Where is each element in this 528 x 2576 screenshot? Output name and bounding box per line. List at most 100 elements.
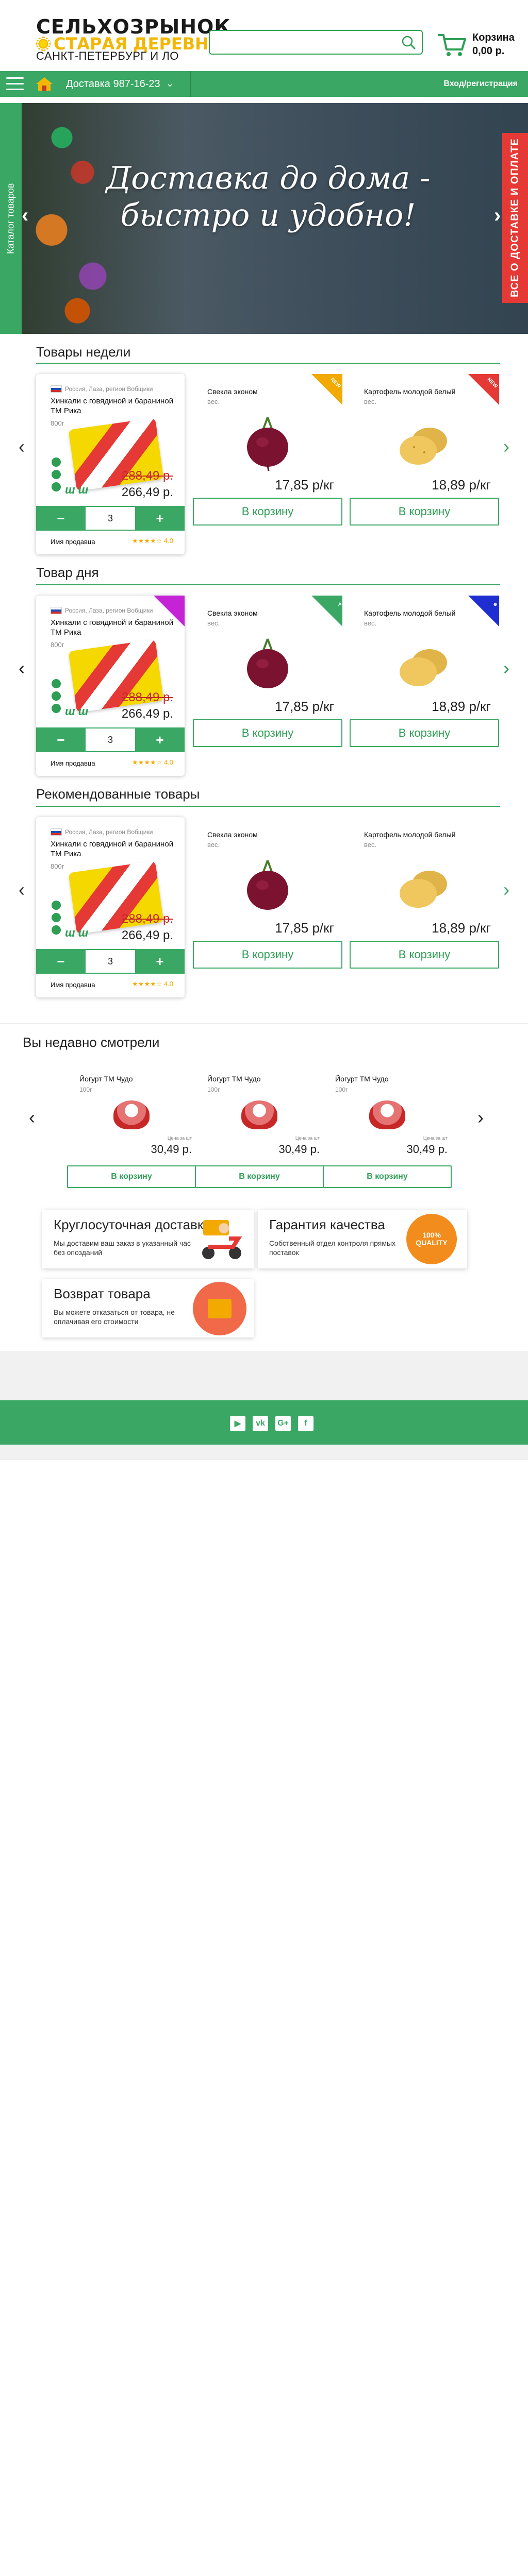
decrease-button[interactable]: − xyxy=(36,949,86,974)
product-name[interactable]: Хинкали с говядиной и бараниной ТМ Рика xyxy=(51,618,174,638)
product-badge-text: ш ш xyxy=(65,926,89,939)
product-weight: 100г xyxy=(335,1086,348,1093)
potato-image[interactable] xyxy=(393,415,455,472)
quantity-stepper[interactable]: − 3 + xyxy=(36,727,185,752)
product-name[interactable]: Йогурт ТМ Чудо xyxy=(207,1075,261,1083)
quantity-value[interactable]: 3 xyxy=(86,727,135,752)
quantity-stepper[interactable]: − 3 + xyxy=(36,949,185,974)
recent-product-card[interactable]: Йогурт ТМ Чудо 100г Цена за шт 30,49 р. … xyxy=(67,1075,196,1198)
slider-next-arrow-icon[interactable]: › xyxy=(503,879,509,901)
menu-burger-icon[interactable] xyxy=(6,77,24,91)
beet-image[interactable] xyxy=(237,637,299,693)
product-card-featured[interactable]: Россия, Лаза, регион Вобщики Хинкали с г… xyxy=(36,596,185,776)
hero-banner[interactable]: Доставка до дома - быстро и удобно! ‹ › xyxy=(0,103,528,334)
product-price: 17,85 р/кг xyxy=(275,920,334,936)
chevron-down-icon[interactable]: ⌄ xyxy=(166,78,174,89)
recent-product-card[interactable]: Йогурт ТМ Чудо 100г Цена за шт 30,49 р. … xyxy=(323,1075,452,1198)
vk-icon[interactable]: vk xyxy=(253,1416,268,1431)
add-to-cart-button[interactable]: В корзину xyxy=(195,1165,324,1188)
recent-product-card[interactable]: Йогурт ТМ Чудо 100г Цена за шт 30,49 р. … xyxy=(195,1075,324,1198)
cart-icon[interactable] xyxy=(437,32,467,58)
yogurt-image[interactable] xyxy=(113,1100,150,1129)
add-to-cart-button[interactable]: В корзину xyxy=(67,1165,196,1188)
quantity-value[interactable]: 3 xyxy=(86,949,135,974)
origin-text: Россия, Лаза, регион Вобщики xyxy=(65,607,153,614)
catalog-side-tab[interactable]: Каталог товаров xyxy=(0,103,22,334)
product-name[interactable]: Йогурт ТМ Чудо xyxy=(79,1075,133,1083)
add-to-cart-button[interactable]: В корзину xyxy=(323,1165,452,1188)
product-name[interactable]: Свекла эконом xyxy=(207,609,258,617)
login-register-link[interactable]: Вход/регистрация xyxy=(443,79,518,89)
slider-prev-arrow-icon[interactable]: ‹ xyxy=(19,436,25,457)
product-card-featured[interactable]: Россия, Лаза, регион Вобщики Хинкали с г… xyxy=(36,817,185,997)
beet-image[interactable] xyxy=(237,415,299,472)
return-box-icon xyxy=(193,1282,246,1335)
banner-next-arrow-icon[interactable]: › xyxy=(494,204,501,227)
product-card-beet[interactable]: NEW Свекла эконом вес. 17,85 р/кг В корз… xyxy=(193,374,342,529)
product-weight: вес. xyxy=(364,398,377,405)
product-card-beet[interactable]: ✝ Свекла эконом вес. 17,85 р/кг В корзин… xyxy=(193,596,343,750)
unit-label: Цена за шт xyxy=(167,1136,192,1141)
seller-name[interactable]: Имя продавца xyxy=(51,538,95,546)
recent-prev-arrow-icon[interactable]: ‹ xyxy=(29,1107,35,1128)
increase-button[interactable]: + xyxy=(135,949,185,974)
slider-prev-arrow-icon[interactable]: ‹ xyxy=(19,879,25,901)
section-separator xyxy=(0,1023,528,1024)
product-name[interactable]: Хинкали с говядиной и бараниной ТМ Рика xyxy=(51,397,174,416)
youtube-icon[interactable]: ▶ xyxy=(230,1416,245,1431)
product-weight: 100г xyxy=(79,1086,92,1093)
add-to-cart-button[interactable]: В корзину xyxy=(193,498,342,526)
product-name[interactable]: Йогурт ТМ Чудо xyxy=(335,1075,389,1083)
decrease-button[interactable]: − xyxy=(36,506,86,531)
facebook-icon[interactable]: f xyxy=(298,1416,314,1431)
product-name[interactable]: Картофель молодой белый xyxy=(364,831,455,839)
google-plus-icon[interactable]: G+ xyxy=(275,1416,291,1431)
product-name[interactable]: Картофель молодой белый xyxy=(364,609,455,617)
add-to-cart-button[interactable]: В корзину xyxy=(350,498,499,526)
slider-next-arrow-icon[interactable]: › xyxy=(503,436,509,457)
home-icon[interactable] xyxy=(35,76,54,92)
product-name[interactable]: Свекла эконом xyxy=(207,831,258,839)
potato-image[interactable] xyxy=(393,637,455,693)
add-to-cart-button[interactable]: В корзину xyxy=(193,941,342,969)
add-to-cart-button[interactable]: В корзину xyxy=(350,719,499,747)
russia-flag-icon xyxy=(51,828,62,836)
product-price: 30,49 р. xyxy=(406,1143,448,1156)
product-name[interactable]: Свекла эконом xyxy=(207,387,258,396)
quantity-value[interactable]: 3 xyxy=(86,506,135,531)
beet-image[interactable] xyxy=(237,858,299,915)
product-card-featured[interactable]: Россия, Лаза, регион Вобщики Хинкали с г… xyxy=(36,374,185,554)
add-to-cart-button[interactable]: В корзину xyxy=(193,719,342,747)
yogurt-image[interactable] xyxy=(369,1100,405,1129)
seller-name[interactable]: Имя продавца xyxy=(51,981,95,989)
seller-name[interactable]: Имя продавца xyxy=(51,759,95,767)
product-name[interactable]: Хинкали с говядиной и бараниной ТМ Рика xyxy=(51,840,174,859)
origin-text: Россия, Лаза, регион Вобщики xyxy=(65,385,153,393)
yogurt-image[interactable] xyxy=(241,1100,277,1129)
search-input[interactable] xyxy=(209,30,423,55)
increase-button[interactable]: + xyxy=(135,506,185,531)
quantity-stepper[interactable]: − 3 + xyxy=(36,506,185,531)
increase-button[interactable]: + xyxy=(135,727,185,752)
slider-next-arrow-icon[interactable]: › xyxy=(503,657,509,679)
product-card-potato[interactable]: Картофель молодой белый вес. 18,89 р/кг … xyxy=(350,817,499,972)
delivery-phone[interactable]: Доставка 987-16-23 xyxy=(66,78,160,90)
search-icon[interactable] xyxy=(401,35,416,49)
product-card-potato[interactable]: NEW Картофель молодой белый вес. 18,89 р… xyxy=(350,374,499,529)
cross-corner-badge xyxy=(311,596,342,626)
potato-image[interactable] xyxy=(393,858,455,915)
product-card-beet[interactable]: Свекла эконом вес. 17,85 р/кг В корзину xyxy=(193,817,342,972)
product-weight: 800г xyxy=(51,641,64,649)
product-name[interactable]: Картофель молодой белый xyxy=(364,387,455,396)
slider-prev-arrow-icon[interactable]: ‹ xyxy=(19,657,25,679)
banner-title: Доставка до дома - быстро и удобно! xyxy=(106,160,431,233)
add-to-cart-button[interactable]: В корзину xyxy=(350,941,499,969)
new-price: 266,49 р. xyxy=(121,707,173,721)
recent-next-arrow-icon[interactable]: › xyxy=(477,1107,484,1128)
product-card-potato[interactable]: ☻ Картофель молодой белый вес. 18,89 р/к… xyxy=(350,596,499,750)
feature-return: Возврат товара Вы можете отказаться от т… xyxy=(42,1279,254,1337)
delivery-info-side-tab[interactable]: ВСЕ О ДОСТАВКЕ И ОПЛАТЕ xyxy=(502,133,528,303)
banner-prev-arrow-icon[interactable]: ‹ xyxy=(22,204,28,227)
decrease-button[interactable]: − xyxy=(36,727,86,752)
cart-widget[interactable]: Корзина 0,00 р. xyxy=(437,30,525,61)
